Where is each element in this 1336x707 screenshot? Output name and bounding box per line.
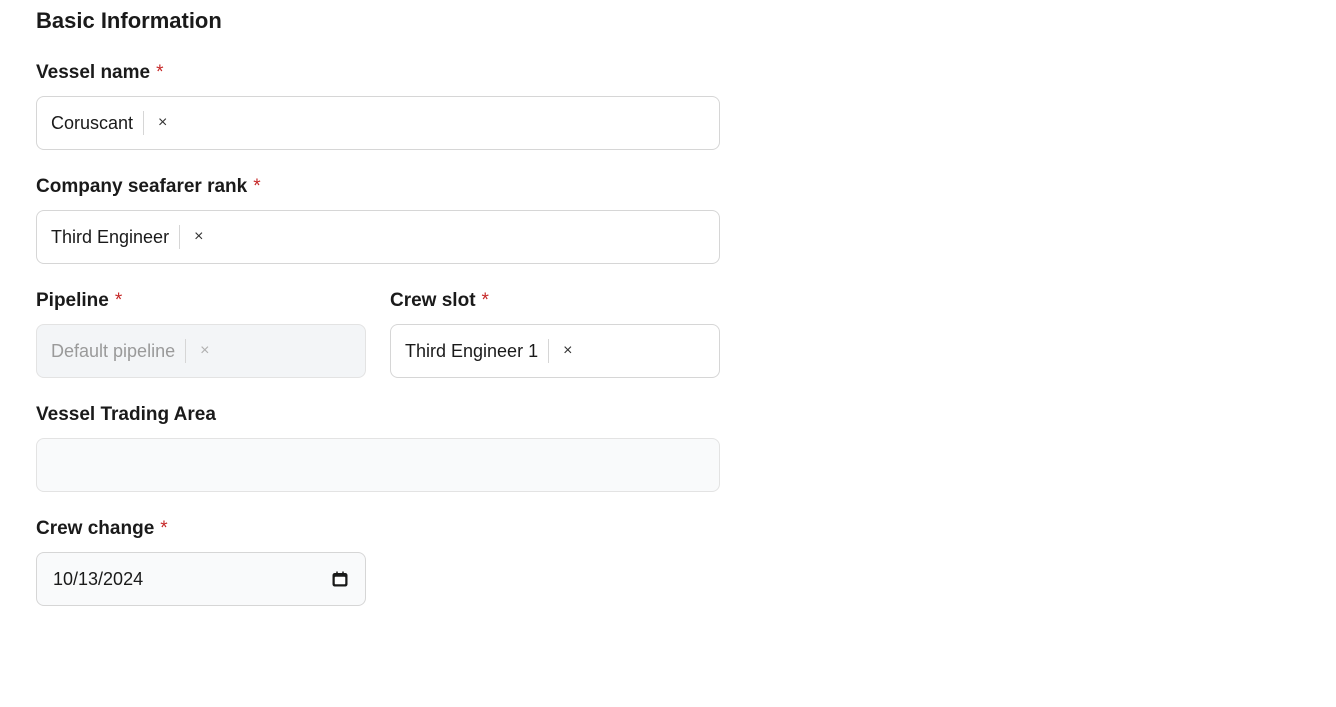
date-value: 10/13/2024: [53, 569, 143, 590]
pipeline-label: Pipeline *: [36, 290, 366, 312]
pipeline-tag: Default pipeline ×: [51, 339, 213, 363]
section-title: Basic Information: [36, 8, 1300, 34]
required-mark: *: [482, 290, 489, 312]
label-text: Pipeline: [36, 290, 109, 312]
tag-value: Coruscant: [51, 113, 133, 134]
label-text: Vessel name: [36, 62, 150, 84]
crew-slot-input[interactable]: Third Engineer 1 ×: [390, 324, 720, 378]
crew-change-input[interactable]: 10/13/2024: [36, 552, 366, 606]
vessel-name-group: Vessel name * Coruscant ×: [36, 62, 1300, 150]
trading-area-label: Vessel Trading Area: [36, 404, 1300, 426]
crew-slot-label: Crew slot *: [390, 290, 720, 312]
close-icon[interactable]: ×: [190, 227, 207, 247]
pipeline-crewslot-row: Pipeline * Default pipeline × Crew slot …: [36, 290, 1300, 404]
pipeline-group: Pipeline * Default pipeline ×: [36, 290, 366, 378]
tag-divider: [185, 339, 186, 363]
tag-value: Default pipeline: [51, 341, 175, 362]
crew-slot-tag: Third Engineer 1 ×: [405, 339, 576, 363]
tag-divider: [179, 225, 180, 249]
label-text: Crew change: [36, 518, 154, 540]
close-icon[interactable]: ×: [559, 341, 576, 361]
vessel-name-input[interactable]: Coruscant ×: [36, 96, 720, 150]
required-mark: *: [160, 518, 167, 540]
vessel-name-tag: Coruscant ×: [51, 111, 171, 135]
required-mark: *: [156, 62, 163, 84]
crew-change-group: Crew change * 10/13/2024: [36, 518, 1300, 606]
seafarer-rank-tag: Third Engineer ×: [51, 225, 207, 249]
tag-divider: [143, 111, 144, 135]
close-icon[interactable]: ×: [154, 113, 171, 133]
tag-value: Third Engineer: [51, 227, 169, 248]
calendar-icon[interactable]: [331, 570, 349, 588]
required-mark: *: [115, 290, 122, 312]
trading-area-group: Vessel Trading Area: [36, 404, 1300, 492]
trading-area-input[interactable]: [36, 438, 720, 492]
tag-divider: [548, 339, 549, 363]
crew-change-label: Crew change *: [36, 518, 1300, 540]
label-text: Crew slot: [390, 290, 476, 312]
required-mark: *: [253, 176, 260, 198]
close-icon: ×: [196, 341, 213, 361]
seafarer-rank-group: Company seafarer rank * Third Engineer ×: [36, 176, 1300, 264]
crew-slot-group: Crew slot * Third Engineer 1 ×: [390, 290, 720, 378]
pipeline-input: Default pipeline ×: [36, 324, 366, 378]
label-text: Company seafarer rank: [36, 176, 247, 198]
seafarer-rank-label: Company seafarer rank *: [36, 176, 1300, 198]
tag-value: Third Engineer 1: [405, 341, 538, 362]
label-text: Vessel Trading Area: [36, 404, 216, 426]
seafarer-rank-input[interactable]: Third Engineer ×: [36, 210, 720, 264]
vessel-name-label: Vessel name *: [36, 62, 1300, 84]
